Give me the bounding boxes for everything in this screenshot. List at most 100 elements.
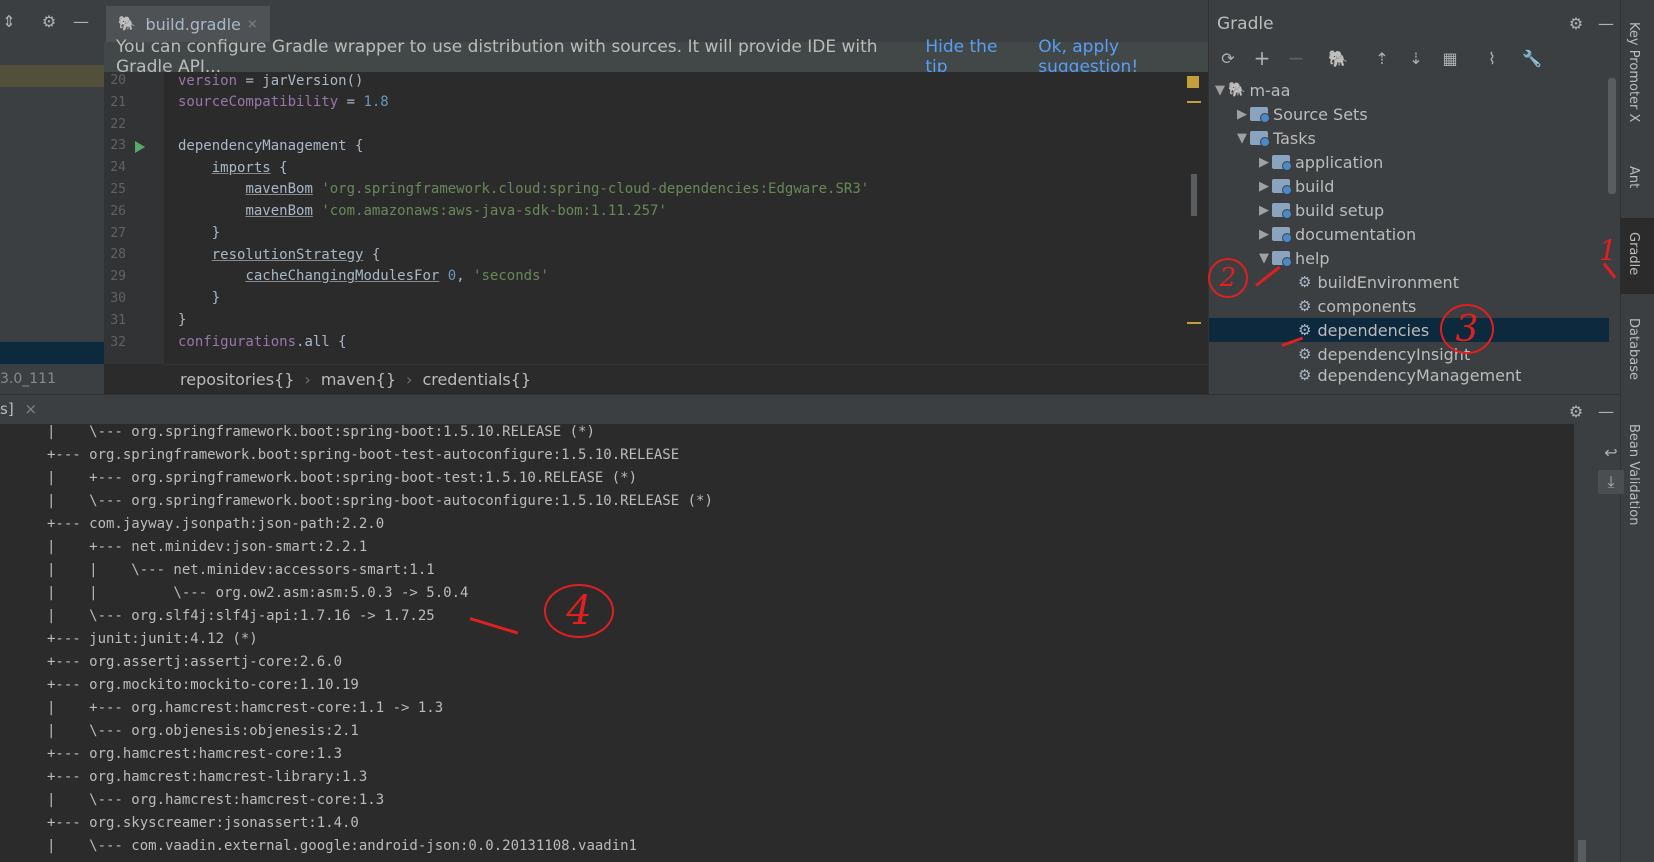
expanded-arrow-icon[interactable]: ▼ — [1212, 83, 1228, 98]
execute-task-icon[interactable]: 🐘 — [1326, 46, 1350, 70]
minimize-icon[interactable]: — — [70, 10, 92, 32]
key-promoter-tab[interactable]: Key Promoter X — [1626, 22, 1641, 122]
editor-scrollbar[interactable] — [1191, 174, 1197, 216]
line-number: 24 — [110, 160, 126, 176]
jdk-label: 3.0_111 — [0, 371, 56, 387]
tree-item-components[interactable]: ⚙ components — [1298, 294, 1416, 318]
tree-item-build[interactable]: ▶ build — [1256, 174, 1334, 198]
tree-label: dependencies — [1317, 320, 1430, 340]
line-number: 20 — [110, 73, 126, 88]
code-line: } — [178, 290, 221, 306]
gear-icon[interactable]: ⚙ — [1565, 400, 1587, 422]
project-highlight-row[interactable] — [0, 65, 104, 87]
bean-validation-tab[interactable]: Bean Validation — [1626, 424, 1641, 525]
line-number: 26 — [110, 203, 126, 219]
console-line: | \--- org.objenesis:objenesis:2.1 — [47, 723, 359, 739]
ant-tab[interactable]: Ant — [1626, 166, 1641, 188]
code-line: cacheChangingModulesFor 0, 'seconds' — [245, 268, 549, 284]
tree-item-dependencies[interactable]: ⚙ dependencies — [1209, 318, 1609, 342]
apply-suggestion-link[interactable]: Ok, apply suggestion! — [1038, 37, 1208, 77]
run-tab-close-icon[interactable]: × — [24, 400, 37, 418]
remove-icon[interactable]: − — [1284, 46, 1308, 70]
wrench-icon[interactable]: 🔧 — [1520, 46, 1544, 70]
collapse-icon[interactable]: ⇕ — [0, 10, 18, 32]
refresh-icon[interactable]: ⟳ — [1216, 46, 1240, 70]
run-gutter-icon[interactable] — [135, 141, 145, 153]
breadcrumb-item[interactable]: repositories{} — [180, 370, 294, 389]
tree-item-tasks[interactable]: ▼ Tasks — [1234, 126, 1316, 150]
line-number: 29 — [110, 269, 126, 285]
code-line: mavenBom 'org.springframework.cloud:spri… — [245, 181, 870, 197]
console-scrollbar[interactable] — [1578, 840, 1586, 862]
code-line: sourceCompatibility = 1.8 — [178, 94, 389, 110]
folder-icon — [1250, 107, 1270, 123]
tree-label: help — [1295, 248, 1330, 268]
tree-label: documentation — [1295, 224, 1417, 244]
code-line: dependencyManagement { — [178, 138, 364, 154]
gear-icon[interactable]: ⚙ — [38, 10, 60, 32]
soft-wrap-icon[interactable]: ↩ — [1598, 440, 1624, 464]
tree-item-documentation[interactable]: ▶ documentation — [1256, 222, 1416, 246]
console-line: | | \--- org.ow2.asm:asm:5.0.3 -> 5.0.4 — [47, 585, 469, 601]
code-line: resolutionStrategy { — [211, 247, 381, 263]
warning-stripe[interactable] — [1187, 322, 1201, 324]
expand-all-icon[interactable]: ⇡ — [1370, 46, 1394, 70]
collapsed-arrow-icon[interactable]: ▶ — [1256, 179, 1272, 194]
add-icon[interactable]: + — [1250, 46, 1274, 70]
collapsed-arrow-icon[interactable]: ▶ — [1256, 155, 1272, 170]
console-line: +--- com.jayway.jsonpath:json-path:2.2.0 — [47, 516, 385, 532]
toggle-offline-icon[interactable]: ⌇ — [1480, 46, 1504, 70]
tree-item-source-sets[interactable]: ▶ Source Sets — [1234, 102, 1368, 126]
expanded-arrow-icon[interactable]: ▼ — [1256, 251, 1272, 266]
tree-item-build-environment[interactable]: ⚙ buildEnvironment — [1298, 270, 1459, 294]
collapsed-arrow-icon[interactable]: ▶ — [1256, 203, 1272, 218]
minimize-icon[interactable]: — — [1595, 12, 1617, 34]
console-line: +--- org.springframework.boot:spring-boo… — [47, 447, 680, 463]
run-panel-header — [0, 394, 1620, 425]
breadcrumb-item[interactable]: credentials{} — [422, 370, 531, 389]
collapse-all-icon[interactable]: ⇣ — [1404, 46, 1428, 70]
gradle-tree-scrollbar[interactable] — [1608, 78, 1616, 194]
tree-item-build-setup[interactable]: ▶ build setup — [1256, 198, 1384, 222]
console-line: +--- org.assertj:assertj-core:2.6.0 — [47, 654, 343, 670]
minimize-icon[interactable]: — — [1595, 400, 1617, 422]
gear-icon[interactable]: ⚙ — [1565, 12, 1587, 34]
tree-label: components — [1317, 296, 1417, 316]
elephant-icon: 🐘 — [118, 16, 136, 32]
group-modules-icon[interactable]: ▦ — [1438, 46, 1462, 70]
hide-tip-link[interactable]: Hide the tip — [925, 37, 1016, 77]
run-tab-label: s] — [0, 400, 14, 418]
console-line: | +--- org.hamcrest:hamcrest-core:1.1 ->… — [47, 700, 444, 716]
tree-item-help[interactable]: ▼ help — [1256, 246, 1330, 270]
run-tab[interactable]: s] × — [0, 400, 37, 418]
warning-stripe[interactable] — [1187, 101, 1201, 103]
gradle-panel-title: Gradle — [1217, 14, 1274, 34]
tree-label: application — [1295, 152, 1384, 172]
line-number: 32 — [110, 334, 126, 350]
warning-marker-icon[interactable] — [1187, 76, 1199, 88]
database-tab[interactable]: Database — [1626, 318, 1641, 380]
task-gear-icon: ⚙ — [1298, 366, 1312, 384]
tab-close-icon[interactable]: × — [247, 17, 258, 32]
breadcrumb-item[interactable]: maven{} — [321, 370, 396, 389]
project-selected-row[interactable] — [0, 342, 104, 364]
console-line: | \--- org.hamcrest:hamcrest-core:1.3 — [47, 792, 385, 808]
folder-icon — [1250, 131, 1270, 147]
tree-item-dependency-management[interactable]: ⚙ dependencyManagement — [1298, 366, 1521, 394]
tree-item-application[interactable]: ▶ application — [1256, 150, 1383, 174]
tree-item-dependency-insight[interactable]: ⚙ dependencyInsight — [1298, 342, 1470, 366]
gradle-tab[interactable]: Gradle — [1626, 232, 1641, 275]
gradle-project-icon: 🐘 — [1228, 82, 1246, 98]
collapsed-arrow-icon[interactable]: ▶ — [1256, 227, 1272, 242]
collapsed-arrow-icon[interactable]: ▶ — [1234, 107, 1250, 122]
editor-error-stripe[interactable] — [1186, 72, 1208, 364]
line-number: 22 — [110, 116, 126, 132]
tree-item-root[interactable]: ▼ 🐘 m-aa — [1212, 78, 1290, 102]
console-line: | | \--- net.minidev:accessors-smart:1.1 — [47, 562, 435, 578]
tip-text: You can configure Gradle wrapper to use … — [116, 37, 878, 77]
line-number: 21 — [110, 94, 126, 110]
scroll-to-end-icon[interactable]: ⤓ — [1598, 470, 1624, 494]
code-line: configurations.all { — [178, 334, 347, 350]
expanded-arrow-icon[interactable]: ▼ — [1234, 131, 1250, 146]
gradle-tip-banner: You can configure Gradle wrapper to use … — [104, 37, 1208, 77]
